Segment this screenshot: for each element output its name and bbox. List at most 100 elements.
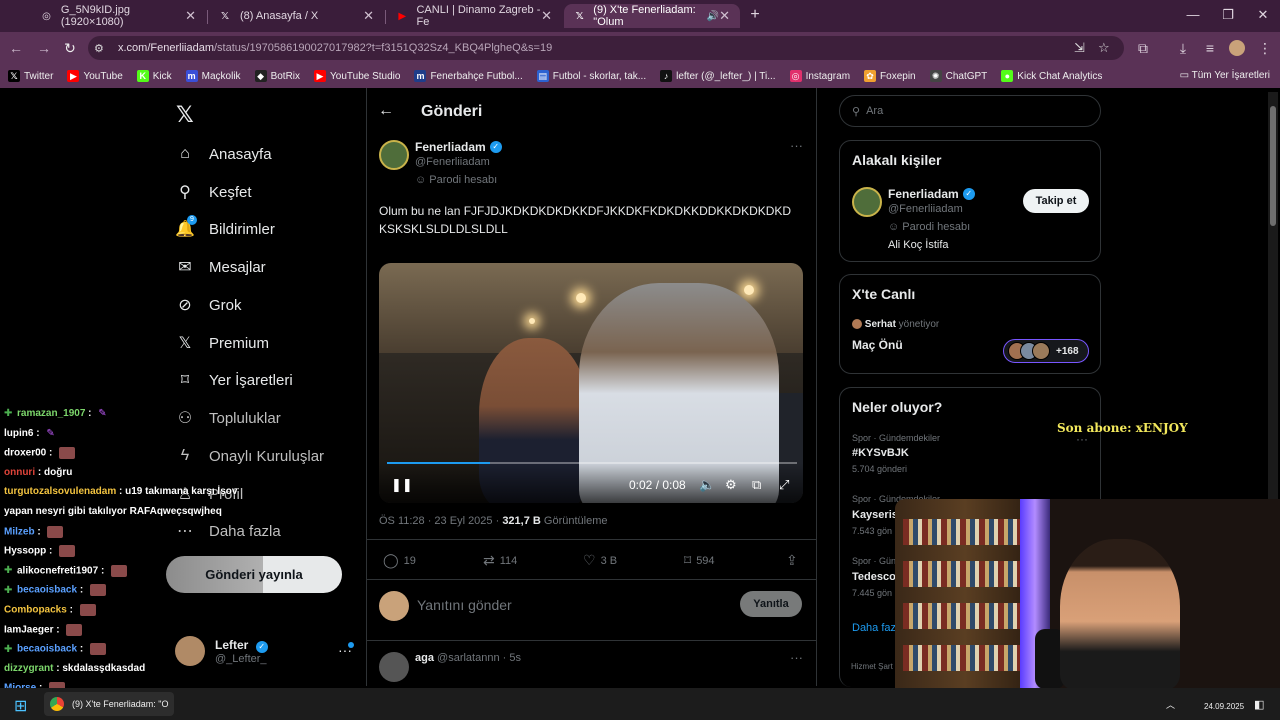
comment-handle[interactable]: @sarlatannn <box>437 652 500 664</box>
bookmark-button[interactable]: ⌑ 594 <box>684 552 715 569</box>
trend-name[interactable]: Kayseris <box>852 509 898 521</box>
sidebar-item-4[interactable]: ⊘ Grok <box>175 292 241 318</box>
like-button[interactable]: ♡ 3 B <box>583 552 617 569</box>
windows-start-icon[interactable]: ⊞ <box>14 696 27 716</box>
bookmark-10[interactable]: ✿ Foxepin <box>864 70 916 82</box>
more-icon[interactable]: ··· <box>790 650 803 665</box>
extensions-icon[interactable]: ⧉ <box>1132 40 1154 57</box>
settings-gear-icon[interactable]: ⚙ <box>725 477 737 493</box>
close-icon[interactable]: ✕ <box>363 8 374 24</box>
volume-icon[interactable]: 🔈 <box>699 477 715 493</box>
tab-x-home[interactable]: 𝕏 (8) Anasayfa / X ✕ <box>208 4 384 28</box>
chat-username[interactable]: Hyssopp <box>4 546 46 557</box>
chat-username[interactable]: Milzeb <box>4 526 35 537</box>
author-avatar[interactable] <box>379 140 409 170</box>
window-close-button[interactable]: ✕ <box>1248 7 1278 23</box>
reply-submit-button[interactable]: Yanıtla <box>740 591 802 617</box>
close-icon[interactable]: ✕ <box>541 8 552 24</box>
bookmark-11[interactable]: ✺ ChatGPT <box>929 70 987 82</box>
avatar[interactable] <box>852 187 882 217</box>
pip-icon[interactable]: ⧉ <box>752 477 761 493</box>
video-player[interactable]: ❚❚ 0:02 / 0:08 🔈 ⚙ ⧉ ⤢ <box>379 263 803 503</box>
repost-button[interactable]: ⇄ 114 <box>483 552 517 569</box>
reply-input[interactable]: Yanıtını gönder <box>417 597 512 613</box>
notification-icon[interactable]: ◧ <box>1254 698 1264 711</box>
bookmark-9[interactable]: ◎ Instagram <box>789 70 850 82</box>
share-icon[interactable]: ⇪ <box>786 552 803 569</box>
all-bookmarks[interactable]: ▭ Tüm Yer İşaretleri <box>1180 70 1270 81</box>
sidebar-item-1[interactable]: ⚲ Keşfet <box>175 179 251 205</box>
bookmark-8[interactable]: ♪ lefter (@_lefter_) | Ti... <box>660 70 776 82</box>
profile-avatar[interactable] <box>1229 40 1245 56</box>
follow-button[interactable]: Takip et <box>1023 189 1089 213</box>
chat-username[interactable]: becaoisback <box>17 585 77 596</box>
show-more-link[interactable]: Daha faz <box>852 622 896 634</box>
bookmark-5[interactable]: ▶ YouTube Studio <box>314 70 400 82</box>
download-icon[interactable]: ⤓ <box>1172 40 1194 57</box>
bookmark-6[interactable]: m Fenerbahçe Futbol... <box>414 70 523 82</box>
related-name[interactable]: Fenerliadam <box>888 187 959 201</box>
tab-image[interactable]: ◎ G_5N9kID.jpg (1920×1080) ✕ <box>30 4 206 28</box>
live-listeners[interactable]: +168 <box>1003 339 1089 363</box>
close-icon[interactable]: ✕ <box>185 8 196 24</box>
taskbar-chrome-app[interactable]: (9) X'te Fenerliadam: "O <box>44 692 174 716</box>
live-host[interactable]: Serhat <box>865 319 896 330</box>
media-control-icon[interactable]: ≡ <box>1199 40 1221 56</box>
bookmark-1[interactable]: ▶ YouTube <box>67 70 123 82</box>
bookmark-icon: ⌑ <box>180 372 190 389</box>
author-handle[interactable]: @Fenerliiadam <box>415 156 490 168</box>
back-arrow-icon[interactable]: ← <box>378 102 394 120</box>
bookmark-7[interactable]: ▤ Futbol - skorlar, tak... <box>536 70 646 82</box>
chat-username[interactable]: droxer00 <box>4 448 46 459</box>
pause-icon[interactable]: ❚❚ <box>391 477 413 493</box>
chat-username[interactable]: onnuri <box>4 467 35 478</box>
site-info-icon[interactable]: ⚙ <box>94 42 114 55</box>
chat-username[interactable]: dizzygrant <box>4 663 53 674</box>
menu-icon[interactable]: ⋮ <box>1254 40 1276 57</box>
scrollbar-thumb[interactable] <box>1270 106 1276 226</box>
chat-username[interactable]: lupin6 <box>4 428 33 439</box>
minimize-button[interactable]: — <box>1178 7 1208 22</box>
fullscreen-icon[interactable]: ⤢ <box>779 477 789 493</box>
tray-chevron-icon[interactable]: ︿ <box>1166 698 1175 711</box>
author-name[interactable]: Fenerliadam <box>415 140 486 154</box>
live-title[interactable]: Maç Önü <box>852 338 903 352</box>
forward-button[interactable]: → <box>34 40 54 56</box>
bookmark-4[interactable]: ◆ BotRix <box>254 70 300 82</box>
chat-username[interactable]: turgutozalsovulenadam <box>4 486 116 497</box>
new-tab-button[interactable]: + <box>745 6 765 24</box>
video-progress-bar[interactable] <box>387 462 797 464</box>
comment-author[interactable]: aga <box>415 652 434 664</box>
bookmark-0[interactable]: 𝕏 Twitter <box>8 70 53 82</box>
chat-username[interactable]: IamJaeger <box>4 624 53 635</box>
close-icon[interactable]: ✕ <box>719 8 730 24</box>
install-app-icon[interactable]: ⇲ <box>1074 40 1085 56</box>
maximize-button[interactable]: ❐ <box>1213 7 1243 23</box>
sidebar-item-3[interactable]: ✉ Mesajlar <box>175 254 265 280</box>
back-button[interactable]: ← <box>6 40 26 56</box>
bookmark-2[interactable]: K Kick <box>136 70 172 82</box>
reply-button[interactable]: ◯ 19 <box>383 552 416 569</box>
address-bar[interactable]: ⚙ x.com/Fenerliiadam/status/197058619002… <box>88 36 1124 60</box>
tab-youtube-live[interactable]: ▶ CANLI | Dinamo Zagreb - Fe ✕ <box>386 4 562 28</box>
chat-username[interactable]: ramazan_1907 <box>17 408 85 419</box>
bookmark-3[interactable]: m Maçkolik <box>185 70 241 82</box>
chat-username[interactable]: alikocnefreti1907 <box>17 565 98 576</box>
comment-avatar[interactable] <box>379 652 409 682</box>
more-icon[interactable]: ··· <box>790 138 803 153</box>
bookmark-12[interactable]: ● Kick Chat Analytics <box>1001 70 1102 82</box>
post-time[interactable]: ÖS 11:28 · 23 Eyl 2025 · <box>379 515 502 527</box>
chat-username[interactable]: Combopacks <box>4 605 67 616</box>
trend-name[interactable]: #KYSvBJK <box>852 447 909 459</box>
trend-name[interactable]: Tedesco <box>852 571 896 583</box>
tab-x-post[interactable]: 𝕏 (9) X'te Fenerliadam: "Olum 🔊 ✕ <box>564 4 740 28</box>
reload-button[interactable]: ↻ <box>60 40 80 57</box>
sidebar-item-5[interactable]: 𝕏 Premium <box>175 330 269 356</box>
sidebar-item-0[interactable]: ⌂ Anasayfa <box>175 141 271 167</box>
star-icon[interactable]: ☆ <box>1098 40 1110 56</box>
x-logo-icon[interactable]: 𝕏 <box>176 102 194 128</box>
footer-links[interactable]: Hizmet Şart <box>851 662 893 671</box>
chat-username[interactable]: becaoisback <box>17 644 77 655</box>
search-input[interactable]: ⚲ Ara <box>839 95 1101 127</box>
speaker-icon[interactable]: 🔊 <box>707 11 719 22</box>
